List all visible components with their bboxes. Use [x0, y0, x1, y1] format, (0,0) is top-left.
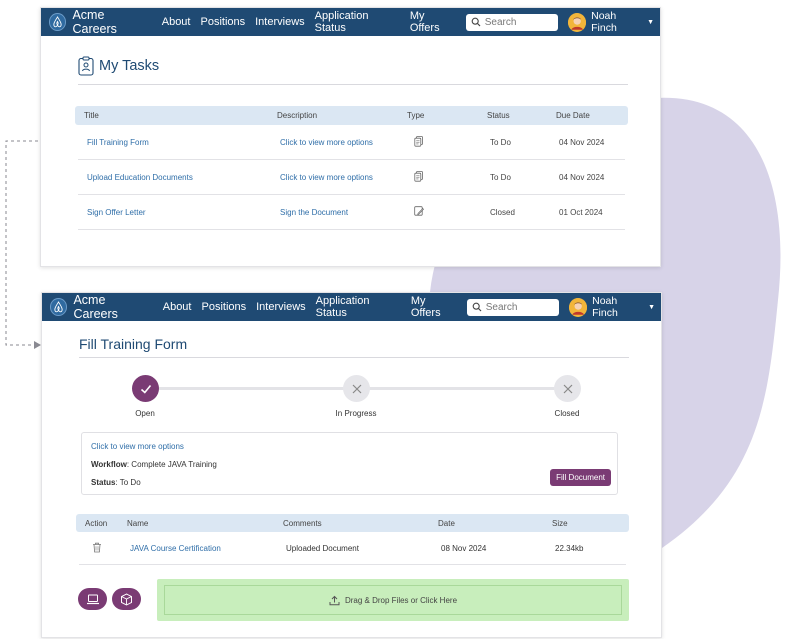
task-title-link[interactable]: Sign Offer Letter: [78, 208, 277, 217]
step-label-in-progress: In Progress: [335, 409, 377, 418]
logo-icon[interactable]: [49, 13, 67, 31]
page-title: Fill Training Form: [79, 336, 188, 352]
table-row: JAVA Course Certification Uploaded Docum…: [79, 532, 626, 565]
device-upload-button[interactable]: [78, 588, 107, 610]
search-input[interactable]: [485, 301, 554, 313]
table-header: Title Description Type Status Due Date: [75, 106, 628, 125]
documents-table: Action Name Comments Date Size JAVA Cour…: [76, 514, 629, 565]
page-header: My Tasks: [78, 56, 159, 76]
step-closed-indicator: [554, 375, 581, 402]
nav-link-positions[interactable]: Positions: [201, 301, 246, 313]
task-due-date: 04 Nov 2024: [559, 137, 605, 147]
task-description-link[interactable]: Sign the Document: [277, 208, 410, 217]
task-status: Closed: [490, 207, 515, 217]
nav-link-application-status[interactable]: Application Status: [316, 295, 401, 319]
check-icon: [140, 384, 151, 394]
drop-zone-label: Drag & Drop Files or Click Here: [344, 595, 458, 605]
more-options-link[interactable]: Click to view more options: [91, 442, 184, 451]
status-value: : To Do: [115, 478, 141, 487]
upload-icon: [329, 595, 340, 605]
search-box[interactable]: [465, 13, 558, 31]
document-name-link[interactable]: JAVA Course Certification: [130, 544, 286, 553]
nav-link-about[interactable]: About: [163, 301, 192, 313]
nav-link-interviews[interactable]: Interviews: [255, 16, 305, 28]
close-icon: [352, 384, 361, 393]
page-title: My Tasks: [99, 58, 160, 74]
task-status: To Do: [490, 137, 511, 147]
close-icon: [563, 384, 572, 393]
nav-link-my-offers[interactable]: My Offers: [411, 295, 457, 319]
box-upload-icon: [121, 592, 132, 606]
file-drop-zone[interactable]: Drag & Drop Files or Click Here: [157, 579, 629, 621]
search-icon: [472, 302, 482, 312]
fill-document-button[interactable]: Fill Document: [550, 469, 611, 486]
column-header-comments: Comments: [283, 518, 322, 528]
my-tasks-window: Acme Careers About Positions Interviews …: [40, 7, 661, 267]
user-name[interactable]: Noah Finch: [592, 295, 644, 319]
status-label: Status: [91, 478, 116, 487]
column-header-size: Size: [552, 518, 568, 528]
search-icon: [471, 17, 481, 27]
column-header-description: Description: [277, 111, 318, 120]
step-open-indicator: [132, 375, 159, 402]
fill-training-form-window: Acme Careers About Positions Interviews …: [41, 292, 662, 638]
brand-name[interactable]: Acme Careers: [73, 293, 150, 321]
divider: [79, 357, 629, 358]
laptop-icon: [86, 594, 99, 604]
document-icon: [410, 135, 490, 149]
task-description-link[interactable]: Click to view more options: [277, 138, 410, 147]
task-title-link[interactable]: Upload Education Documents: [78, 173, 277, 182]
workflow-line: Workflow: Complete JAVA Training: [91, 460, 217, 469]
document-comments: Uploaded Document: [286, 543, 359, 553]
task-due-date: 04 Nov 2024: [559, 172, 605, 182]
step-label-closed: Closed: [554, 409, 580, 418]
column-header-action: Action: [85, 518, 108, 528]
column-header-status: Status: [487, 111, 510, 120]
task-due-date: 01 Oct 2024: [559, 207, 603, 217]
document-icon: [410, 170, 490, 184]
top-navbar: Acme Careers About Positions Interviews …: [41, 8, 660, 36]
avatar[interactable]: [568, 297, 588, 317]
table-row: Sign Offer Letter Sign the Document Clos…: [78, 195, 625, 230]
table-row: Fill Training Form Click to view more op…: [78, 125, 625, 160]
divider: [78, 84, 628, 85]
nav-link-interviews[interactable]: Interviews: [256, 301, 306, 313]
tasks-table: Title Description Type Status Due Date F…: [75, 106, 628, 230]
cloud-upload-button[interactable]: [112, 588, 141, 610]
sign-icon: [410, 206, 490, 218]
search-box[interactable]: [466, 298, 559, 316]
task-status: To Do: [490, 172, 511, 182]
step-in-progress-indicator: [343, 375, 370, 402]
user-name[interactable]: Noah Finch: [591, 10, 643, 34]
avatar[interactable]: [567, 12, 587, 32]
chevron-down-icon[interactable]: ▼: [648, 304, 655, 311]
column-header-type: Type: [407, 111, 425, 120]
nav-link-my-offers[interactable]: My Offers: [410, 10, 456, 34]
nav-link-positions[interactable]: Positions: [200, 16, 245, 28]
step-label-open: Open: [135, 409, 155, 418]
task-title-link[interactable]: Fill Training Form: [78, 138, 277, 147]
column-header-title: Title: [84, 111, 99, 120]
chevron-down-icon[interactable]: ▼: [647, 19, 654, 26]
document-size: 22.34kb: [555, 543, 584, 553]
column-header-name: Name: [127, 518, 149, 528]
search-input[interactable]: [484, 16, 553, 28]
logo-icon[interactable]: [50, 298, 68, 316]
document-date: 08 Nov 2024: [441, 543, 487, 553]
brand-name[interactable]: Acme Careers: [72, 8, 149, 36]
workflow-label: Workflow: [91, 460, 127, 469]
column-header-date: Date: [438, 518, 455, 528]
workflow-value: : Complete JAVA Training: [126, 460, 217, 469]
nav-link-about[interactable]: About: [162, 16, 191, 28]
task-description-link[interactable]: Click to view more options: [277, 173, 410, 182]
top-navbar: Acme Careers About Positions Interviews …: [42, 293, 661, 321]
trash-icon[interactable]: [79, 542, 130, 555]
table-header: Action Name Comments Date Size: [76, 514, 629, 532]
status-line: Status: To Do: [91, 478, 141, 487]
nav-link-application-status[interactable]: Application Status: [315, 10, 400, 34]
table-row: Upload Education Documents Click to view…: [78, 160, 625, 195]
clipboard-icon: [78, 56, 94, 76]
task-info-box: Click to view more options Workflow: Com…: [81, 432, 618, 495]
column-header-due-date: Due Date: [556, 111, 590, 120]
